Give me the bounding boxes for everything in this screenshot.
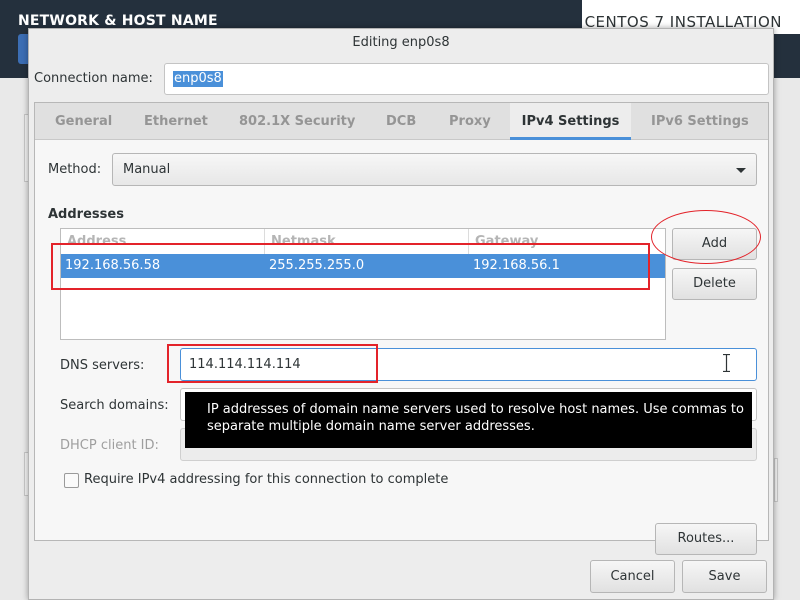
cancel-button[interactable]: Cancel xyxy=(590,560,675,593)
method-label: Method: xyxy=(48,162,102,177)
method-dropdown[interactable]: Manual xyxy=(112,153,757,186)
require-ipv4-checkbox[interactable] xyxy=(64,473,79,488)
installer-title: NETWORK & HOST NAME xyxy=(18,13,218,29)
require-ipv4-label[interactable]: Require IPv4 addressing for this connect… xyxy=(84,472,448,487)
tab-8021x-security[interactable]: 802.1X Security xyxy=(233,103,361,140)
annotation-box-dns xyxy=(167,344,378,383)
tab-bar: General Ethernet 802.1X Security DCB Pro… xyxy=(35,103,768,140)
background-panel-edge xyxy=(774,458,778,502)
tab-ethernet[interactable]: Ethernet xyxy=(138,103,214,140)
tab-general[interactable]: General xyxy=(49,103,118,140)
annotation-box-address-row xyxy=(51,243,650,290)
tab-ipv4-settings[interactable]: IPv4 Settings xyxy=(510,103,631,140)
method-value: Manual xyxy=(123,162,171,177)
addresses-heading: Addresses xyxy=(48,207,124,222)
connection-name-label: Connection name: xyxy=(34,71,153,86)
delete-button[interactable]: Delete xyxy=(672,268,757,300)
tab-dcb[interactable]: DCB xyxy=(380,103,422,140)
dns-tooltip: IP addresses of domain name servers used… xyxy=(185,392,752,448)
dhcp-client-id-label: DHCP client ID: xyxy=(60,438,159,453)
dns-servers-label: DNS servers: xyxy=(60,358,145,373)
save-button[interactable]: Save xyxy=(682,560,767,593)
dialog-title: Editing enp0s8 xyxy=(352,35,450,50)
settings-notebook: General Ethernet 802.1X Security DCB Pro… xyxy=(34,102,769,555)
routes-button[interactable]: Routes... xyxy=(655,523,757,555)
tab-ipv6-settings[interactable]: IPv6 Settings xyxy=(645,103,755,140)
edit-connection-dialog: Editing enp0s8 Connection name: enp0s8 G… xyxy=(28,28,774,600)
tab-proxy[interactable]: Proxy xyxy=(443,103,497,140)
search-domains-label: Search domains: xyxy=(60,398,169,413)
dropdown-arrow-icon xyxy=(736,168,746,173)
connection-name-value: enp0s8 xyxy=(173,71,223,87)
connection-name-input[interactable]: enp0s8 xyxy=(164,63,769,95)
annotation-ellipse-add xyxy=(651,210,761,264)
text-cursor-icon xyxy=(723,354,730,372)
